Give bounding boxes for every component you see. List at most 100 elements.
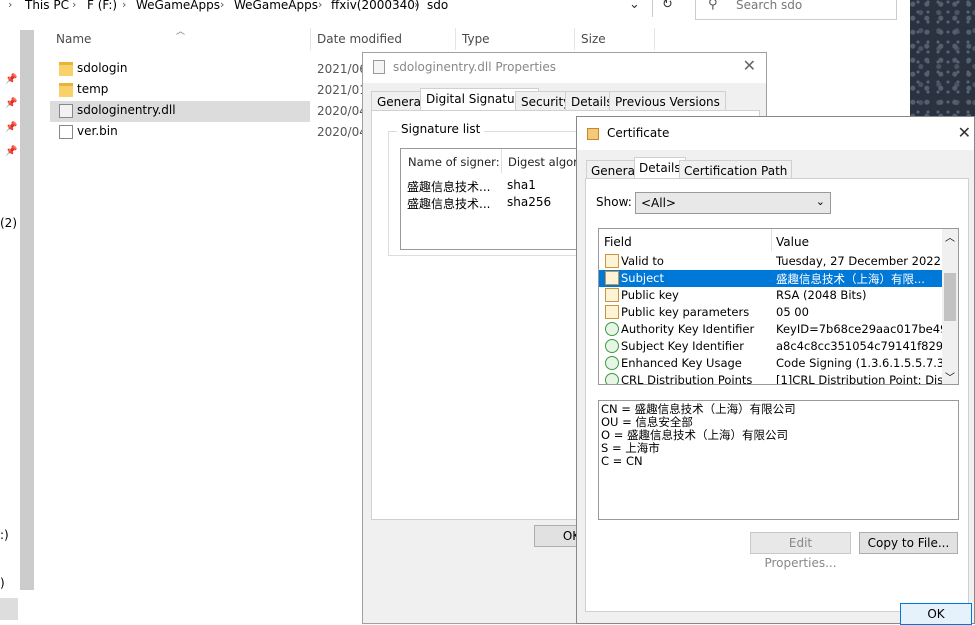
certificate-title-bar[interactable]: Certificate ✕: [577, 117, 974, 150]
field-row[interactable]: Public key RSA (2048 Bits): [599, 287, 943, 304]
field-value: 05 00: [776, 305, 809, 319]
tab-previous-versions[interactable]: Previous Versions: [609, 91, 726, 111]
desktop-background: [910, 0, 975, 116]
field-row[interactable]: Valid to Tuesday, 27 December 2022 1...: [599, 253, 958, 270]
properties-title-bar[interactable]: sdologinentry.dll Properties ✕: [363, 53, 766, 83]
breadcrumb-sdo[interactable]: sdo: [427, 0, 448, 12]
field-row[interactable]: Enhanced Key Usage Code Signing (1.3.6.1…: [599, 355, 958, 372]
pin-icon[interactable]: 📌: [5, 74, 17, 85]
nav-item-fragment[interactable]: :): [0, 528, 9, 542]
scroll-up-icon[interactable]: ︿: [945, 229, 955, 244]
cert-field-icon: [605, 254, 619, 268]
cert-field-icon: [605, 271, 619, 285]
field-row[interactable]: CRL Distribution Points [1]CRL Distribut…: [599, 372, 958, 385]
breadcrumb-wegameapps-1[interactable]: WeGameApps: [136, 0, 220, 12]
field-name: Subject: [621, 271, 664, 285]
cert-extension-icon: [605, 356, 619, 370]
column-header-signer[interactable]: Name of signer:: [408, 155, 500, 169]
field-value: 盛趣信息技术（上海）有限...: [776, 272, 925, 286]
close-icon[interactable]: ✕: [743, 56, 756, 75]
column-header-date[interactable]: Date modified: [317, 32, 402, 46]
scroll-down-icon[interactable]: ﹀: [945, 369, 955, 384]
folder-icon: [59, 62, 73, 76]
cert-extension-icon: [605, 373, 619, 384]
breadcrumb-this-pc[interactable]: This PC: [25, 0, 69, 12]
search-input[interactable]: ⚲ Search sdo: [695, 0, 897, 20]
field-list[interactable]: Field Value Valid to Tuesday, 27 Decembe…: [598, 228, 959, 385]
field-list-scrollbar[interactable]: ︿ ﹀: [942, 229, 958, 384]
signer-name[interactable]: 盛趣信息技术...: [407, 178, 490, 195]
pin-icon[interactable]: 📌: [5, 98, 17, 109]
field-row[interactable]: Subject Key Identifier a8c4c8cc351054c79…: [599, 338, 958, 355]
file-row-selected[interactable]: sdologinentry.dll: [50, 101, 310, 122]
field-name: Valid to: [621, 254, 664, 268]
breadcrumb-drive[interactable]: F (F:): [87, 0, 117, 12]
column-header-field[interactable]: Field: [604, 235, 632, 249]
breadcrumb-wegameapps-2[interactable]: WeGameApps: [234, 0, 318, 12]
file-row[interactable]: sdologin: [50, 59, 310, 80]
show-selected-value: <All>: [641, 196, 676, 210]
close-icon[interactable]: ✕: [958, 123, 971, 142]
breadcrumb-ffxiv[interactable]: ffxiv(2000340): [331, 0, 420, 12]
field-row[interactable]: Public key parameters 05 00: [599, 304, 943, 321]
file-name: sdologin: [77, 61, 128, 75]
file-icon: [59, 125, 73, 139]
field-name: CRL Distribution Points: [621, 373, 753, 385]
field-name: Enhanced Key Usage: [621, 356, 742, 370]
breadcrumb-separator-icon: ›: [72, 0, 77, 11]
file-name: sdologinentry.dll: [77, 103, 176, 117]
sort-ascending-icon: ︿: [176, 27, 186, 37]
field-value: Tuesday, 27 December 2022 1...: [776, 254, 959, 268]
properties-title: sdologinentry.dll Properties: [393, 60, 557, 74]
cert-extension-icon: [605, 322, 619, 336]
dll-file-icon: [59, 104, 73, 118]
nav-scrollbar[interactable]: [20, 30, 34, 590]
breadcrumb-separator-icon: ›: [318, 0, 323, 11]
nav-item-fragment[interactable]: (2): [0, 216, 17, 230]
detail-line: C = CN: [601, 454, 643, 468]
ok-button[interactable]: OK: [900, 603, 972, 625]
nav-selected-item[interactable]: [0, 598, 18, 620]
column-header-value[interactable]: Value: [776, 235, 809, 249]
tab-page: Show: <All> ⌄ Field Value Valid to Tuesd…: [585, 178, 969, 612]
file-row[interactable]: temp: [50, 80, 310, 101]
detail-line: S = 上海市: [601, 441, 660, 455]
edit-properties-button[interactable]: Edit Properties...: [750, 532, 851, 570]
nav-item-fragment[interactable]: ): [0, 576, 5, 590]
scroll-thumb[interactable]: [944, 273, 956, 321]
field-value: KeyID=7b68ce29aac017be49...: [776, 322, 959, 336]
certificate-title: Certificate: [607, 126, 670, 140]
digest-algorithm: sha256: [507, 195, 552, 209]
pin-icon[interactable]: 📌: [5, 122, 17, 133]
refresh-icon[interactable]: ↻: [652, 0, 682, 17]
field-value: a8c4c8cc351054c79141f8293...: [776, 339, 959, 353]
cert-field-icon: [605, 288, 619, 302]
search-icon: ⚲: [708, 0, 718, 12]
field-detail-text[interactable]: CN = 盛趣信息技术（上海）有限公司 OU = 信息安全部 O = 盛趣信息技…: [598, 400, 959, 520]
column-header-size[interactable]: Size: [581, 32, 606, 46]
digest-algorithm: sha1: [507, 178, 536, 192]
folder-icon: [59, 83, 73, 97]
column-header-type[interactable]: Type: [462, 32, 490, 46]
tab-certification-path[interactable]: Certification Path: [679, 160, 793, 179]
show-dropdown[interactable]: <All> ⌄: [635, 192, 831, 214]
chevron-down-icon[interactable]: ⌄: [629, 0, 640, 12]
cert-field-icon: [605, 305, 619, 319]
dll-file-icon: [373, 60, 385, 74]
file-name: ver.bin: [77, 124, 118, 138]
chevron-down-icon: ⌄: [815, 195, 825, 208]
field-value: [1]CRL Distribution Point: Distr...: [776, 373, 959, 385]
field-name: Public key: [621, 288, 679, 302]
copy-to-file-button[interactable]: Copy to File...: [859, 532, 958, 554]
column-header-name[interactable]: Name: [56, 32, 91, 46]
field-name: Subject Key Identifier: [621, 339, 744, 353]
pin-icon[interactable]: 📌: [5, 146, 17, 157]
field-row[interactable]: Authority Key Identifier KeyID=7b68ce29a…: [599, 321, 958, 338]
field-row-selected[interactable]: Subject 盛趣信息技术（上海）有限...: [599, 270, 943, 287]
show-label: Show:: [596, 195, 632, 209]
signer-name[interactable]: 盛趣信息技术...: [407, 195, 490, 212]
tab-details[interactable]: Details: [634, 157, 686, 179]
field-value: RSA (2048 Bits): [776, 288, 867, 302]
file-row[interactable]: ver.bin: [50, 122, 310, 143]
cert-extension-icon: [605, 339, 619, 353]
